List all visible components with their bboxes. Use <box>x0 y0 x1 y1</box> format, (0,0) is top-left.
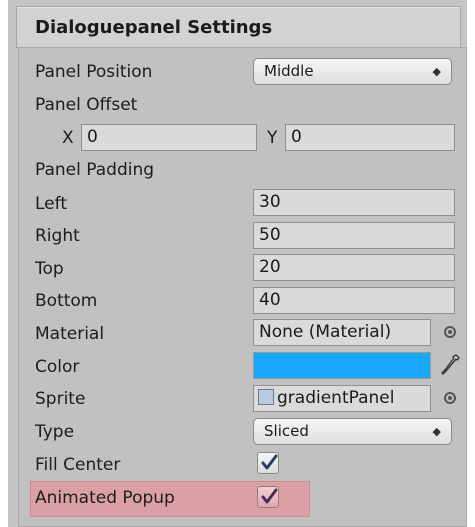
sprite-value: gradientPanel <box>277 388 395 408</box>
padding-top-label: Top <box>35 259 64 279</box>
checkmark-icon <box>261 454 278 470</box>
panel-position-dropdown[interactable]: Middle ◆ <box>253 58 452 85</box>
section-title: Dialoguepanel Settings <box>35 17 273 38</box>
offset-y-field[interactable]: 0 <box>285 124 455 151</box>
type-label: Type <box>35 422 75 442</box>
panel-position-label: Panel Position <box>35 62 153 82</box>
color-swatch[interactable] <box>253 352 431 379</box>
material-label: Material <box>35 324 105 344</box>
offset-x-label: X <box>62 128 74 148</box>
offset-x-field[interactable]: 0 <box>81 124 257 151</box>
sprite-icon <box>258 389 274 405</box>
fill-center-checkbox[interactable] <box>257 452 279 474</box>
section-header[interactable]: Dialoguepanel Settings <box>16 6 461 48</box>
padding-right-field[interactable]: 50 <box>253 222 455 249</box>
animated-popup-checkbox[interactable] <box>257 486 279 508</box>
type-dropdown[interactable]: Sliced ◆ <box>253 418 452 445</box>
object-picker-icon[interactable] <box>444 326 456 338</box>
padding-top-field[interactable]: 20 <box>253 254 455 281</box>
dropdown-arrows-icon: ◆ <box>432 65 441 78</box>
panel-offset-label: Panel Offset <box>35 95 138 115</box>
padding-left-field[interactable]: 30 <box>253 189 455 216</box>
dropdown-arrows-icon: ◆ <box>432 425 441 438</box>
padding-bottom-field[interactable]: 40 <box>253 287 455 314</box>
padding-right-label: Right <box>35 226 80 246</box>
fill-center-label: Fill Center <box>35 455 121 475</box>
offset-y-label: Y <box>267 128 278 148</box>
panel-position-value: Middle <box>264 62 314 80</box>
panel-padding-label: Panel Padding <box>35 160 155 180</box>
checkmark-icon <box>261 488 278 504</box>
object-picker-icon[interactable] <box>444 392 456 404</box>
inspector-panel: Dialoguepanel Settings Panel Position Mi… <box>8 0 467 527</box>
material-field[interactable]: None (Material) <box>253 319 431 346</box>
type-value: Sliced <box>264 422 309 440</box>
sprite-label: Sprite <box>35 389 86 409</box>
sprite-field[interactable]: gradientPanel <box>253 385 431 412</box>
color-label: Color <box>35 357 80 377</box>
padding-left-label: Left <box>35 194 67 214</box>
eyedropper-icon[interactable] <box>440 352 462 378</box>
padding-bottom-label: Bottom <box>35 291 98 311</box>
animated-popup-label: Animated Popup <box>35 488 175 508</box>
